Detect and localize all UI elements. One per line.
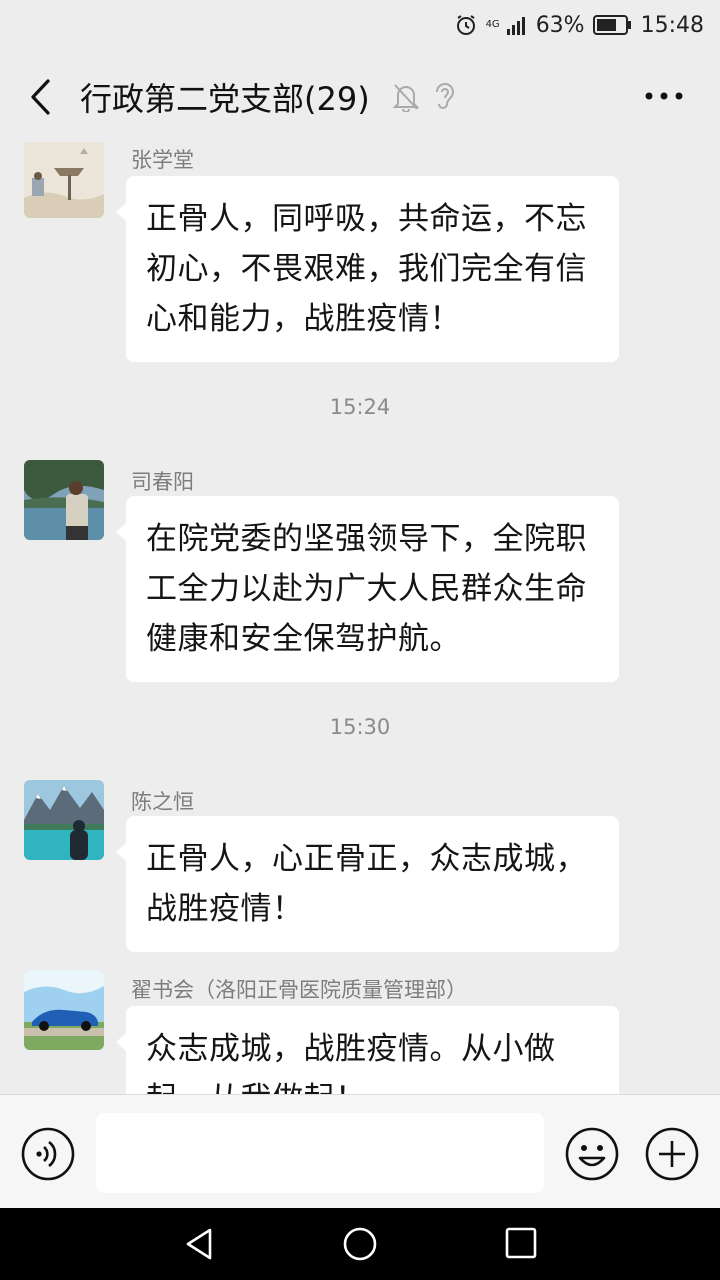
back-button[interactable] — [20, 72, 60, 122]
message-list[interactable]: 张学堂 正骨人，同呼吸，共命运，不忘初心，不畏艰难，我们完全有信心和能力，战胜疫… — [0, 142, 720, 1094]
network-type: 4G — [485, 19, 500, 30]
nav-recent-icon — [505, 1227, 537, 1259]
nav-back-icon — [186, 1228, 212, 1260]
message-bubble[interactable]: 众志成城，战胜疫情。从小做起，从我做起！ — [116, 1006, 619, 1094]
chat-header: 行政第二党支部(29) — [0, 50, 720, 142]
more-button[interactable] — [642, 78, 686, 114]
emoji-button[interactable] — [564, 1126, 620, 1186]
sender-name: 陈之恒 — [131, 790, 194, 814]
back-arrow-icon — [31, 79, 50, 115]
plus-icon — [645, 1127, 699, 1181]
sender-name: 张学堂 — [131, 148, 194, 172]
nav-home-icon — [343, 1227, 377, 1261]
sender-name: 翟书会（洛阳正骨医院质量管理部） — [131, 978, 467, 1002]
avatar[interactable] — [24, 970, 104, 1050]
earpiece-icon — [432, 80, 458, 116]
signal-icon — [506, 15, 528, 35]
message-bubble[interactable]: 在院党委的坚强领导下，全院职工全力以赴为广大人民群众生命健康和安全保驾护航。 — [116, 496, 619, 682]
mute-bell-icon — [392, 82, 420, 116]
voice-button[interactable] — [20, 1126, 76, 1186]
voice-icon — [21, 1127, 75, 1181]
chat-screen: 4G 63% 15:48 行政第二党支部(29) 张学堂 正骨人，同呼吸，共命运… — [0, 0, 720, 1280]
nav-recent-button[interactable] — [504, 1226, 538, 1264]
alarm-icon — [454, 13, 478, 37]
battery-percent: 63% — [535, 12, 585, 38]
battery-icon — [592, 14, 633, 36]
chat-title: 行政第二党支部(29) — [80, 80, 370, 118]
nav-back-button[interactable] — [182, 1226, 218, 1266]
more-functions-button[interactable] — [644, 1126, 700, 1186]
avatar[interactable] — [24, 780, 104, 860]
emoji-icon — [565, 1127, 619, 1181]
avatar[interactable] — [24, 460, 104, 540]
sender-name: 司春阳 — [131, 470, 194, 494]
message-input[interactable] — [96, 1113, 544, 1193]
message-bubble[interactable]: 正骨人，同呼吸，共命运，不忘初心，不畏艰难，我们完全有信心和能力，战胜疫情！ — [116, 176, 619, 362]
status-bar: 4G 63% 15:48 — [0, 0, 720, 50]
clock-time: 15:48 — [640, 12, 704, 38]
navigation-bar — [0, 1208, 720, 1280]
more-dots-icon — [645, 92, 683, 100]
timestamp: 15:30 — [329, 715, 391, 739]
message-bubble[interactable]: 正骨人，心正骨正，众志成城，战胜疫情！ — [116, 816, 619, 952]
avatar[interactable] — [24, 142, 104, 218]
input-bar — [0, 1094, 720, 1208]
nav-home-button[interactable] — [342, 1226, 378, 1266]
timestamp: 15:24 — [329, 395, 391, 419]
